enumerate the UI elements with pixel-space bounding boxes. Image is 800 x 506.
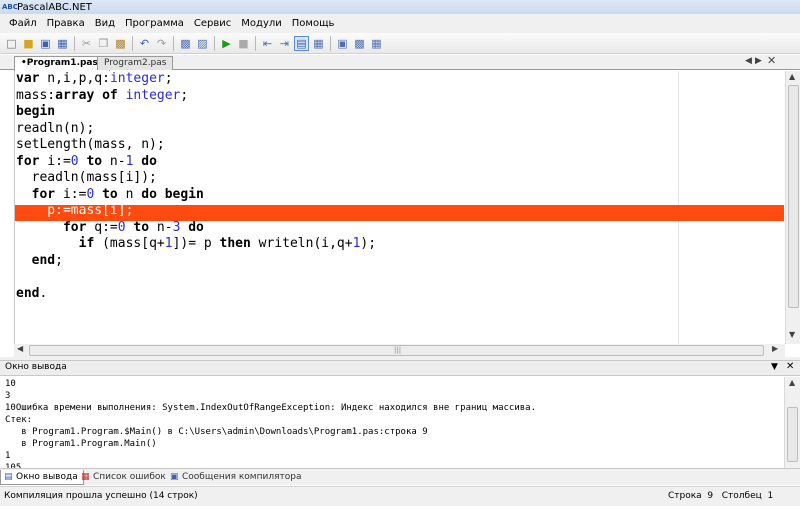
toolbar-separator — [214, 35, 215, 51]
code-line-4[interactable]: readln(n); — [16, 121, 94, 138]
scroll-up-icon[interactable]: ▲ — [789, 378, 795, 387]
document-tabstrip: •Program1.pas* Program2.pas ◀ ▶ ✕ — [0, 54, 800, 71]
tab-program1[interactable]: •Program1.pas* — [14, 56, 110, 71]
code-line-6[interactable]: for i:=0 to n-1 do — [16, 154, 157, 171]
tab-output-window[interactable]: ▤ Окно вывода — [0, 470, 84, 485]
output-line: 3 — [5, 391, 11, 401]
editor-horizontal-scrollbar[interactable]: ◀ ||| ▶ — [14, 344, 785, 357]
close-tab-icon[interactable]: ✕ — [767, 54, 776, 67]
toolbar-separator — [255, 35, 256, 51]
code-line-11[interactable]: if (mass[q+1])= p then writeln(i,q+1); — [16, 236, 376, 253]
output-line: в Program1.Program.Main() — [5, 439, 157, 449]
undo-icon[interactable]: ↶ — [137, 36, 152, 51]
scroll-down-icon[interactable]: ▼ — [789, 330, 795, 339]
compile-all-icon[interactable]: ▨ — [195, 36, 210, 51]
compile-icon[interactable]: ▩ — [178, 36, 193, 51]
output-line: 10 — [5, 379, 16, 389]
tab-error-list[interactable]: ▦ Список ошибок — [78, 470, 171, 485]
compiler-messages-icon: ▣ — [170, 472, 179, 482]
menu-view[interactable]: Вид — [90, 18, 120, 29]
menu-bar: Файл Правка Вид Программа Сервис Модули … — [0, 14, 800, 33]
stop-icon[interactable]: ■ — [236, 36, 251, 51]
cut-icon[interactable]: ✂ — [79, 36, 94, 51]
cursor-position: Строка 9 Столбец 1 — [668, 491, 774, 501]
output-window-icon[interactable]: ▤ — [294, 35, 309, 51]
window-title: PascalABC.NET — [17, 1, 92, 13]
debug-icon[interactable]: ▩ — [352, 36, 367, 51]
code-line-9[interactable]: p:=mass[i]; — [16, 203, 133, 220]
scroll-left-icon[interactable]: ◀ — [17, 344, 23, 353]
open-folder-icon[interactable]: ■ — [21, 36, 36, 51]
output-panel-title: Окно вывода — [5, 362, 67, 372]
editor-vscroll-thumb[interactable] — [788, 85, 799, 308]
code-line-1[interactable]: var n,i,p,q:integer; — [16, 71, 173, 88]
output-window-icon: ▤ — [4, 472, 13, 482]
save-all-icon[interactable]: ▦ — [55, 36, 70, 51]
menu-help[interactable]: Помощь — [287, 18, 340, 29]
tab-compiler-messages[interactable]: ▣ Сообщения компилятора — [167, 470, 306, 485]
save-icon[interactable]: ▣ — [38, 36, 53, 51]
copy-icon[interactable]: ❐ — [96, 36, 111, 51]
output-vertical-scrollbar[interactable]: ▲ — [784, 377, 800, 468]
new-file-icon[interactable]: □ — [4, 36, 19, 51]
editor-vertical-scrollbar[interactable]: ▲ ▼ — [785, 71, 800, 344]
close-icon[interactable]: ✕ — [786, 361, 794, 372]
title-bar: ABC PascalABC.NET — [0, 0, 800, 14]
tab-program2[interactable]: Program2.pas — [97, 56, 174, 70]
code-line-7[interactable]: readln(mass[i]); — [16, 170, 157, 187]
redo-icon[interactable]: ↷ — [154, 36, 169, 51]
editor-gutter — [0, 71, 14, 357]
step-icon[interactable]: ⇤ — [260, 36, 275, 51]
tab-output-window-label: Окно вывода — [16, 472, 78, 482]
settings-icon[interactable]: ▦ — [369, 36, 384, 51]
scroll-up-icon[interactable]: ▲ — [789, 72, 795, 81]
output-tabstrip: ▤ Окно вывода ▦ Список ошибок ▣ Сообщени… — [0, 468, 800, 485]
pin-icon[interactable]: ▼ — [771, 362, 778, 372]
code-line-2[interactable]: mass:array of integer; — [16, 88, 188, 105]
status-bar: Компиляция прошла успешно (14 строк) Стр… — [0, 486, 800, 506]
scroll-right-icon[interactable]: ▶ — [772, 344, 778, 353]
code-line-14[interactable]: end. — [16, 286, 47, 303]
format-icon[interactable]: ▦ — [311, 36, 326, 51]
output-text-area[interactable]: 10 3 10Ошибка времени выполнения: System… — [0, 377, 784, 468]
error-list-icon: ▦ — [81, 472, 90, 482]
code-line-3[interactable]: begin — [16, 104, 55, 121]
output-line: 10Ошибка времени выполнения: System.Inde… — [5, 403, 537, 413]
menu-modules[interactable]: Модули — [236, 18, 286, 29]
menu-program[interactable]: Программа — [120, 18, 189, 29]
run-icon[interactable]: ▶ — [219, 36, 234, 51]
paste-icon[interactable]: ▩ — [113, 36, 128, 51]
status-message: Компиляция прошла успешно (14 строк) — [4, 491, 198, 501]
step-into-icon[interactable]: ⇥ — [277, 36, 292, 51]
tab-scroll-right-icon[interactable]: ▶ — [755, 56, 762, 66]
code-editor[interactable]: var n,i,p,q:integer; mass:array of integ… — [14, 71, 785, 344]
menu-file[interactable]: Файл — [4, 18, 42, 29]
output-line: Стек: — [5, 415, 33, 425]
code-line-8[interactable]: for i:=0 to n do begin — [16, 187, 204, 204]
code-line-12[interactable]: end; — [16, 253, 63, 270]
menu-edit[interactable]: Правка — [42, 18, 90, 29]
toolbar-separator — [74, 35, 75, 51]
output-line: в Program1.Program.$Main() в C:\Users\ad… — [5, 427, 428, 437]
tab-scroll-left-icon[interactable]: ◀ — [745, 56, 752, 66]
scroll-grip-icon: ||| — [394, 346, 402, 354]
form-designer-icon[interactable]: ▣ — [335, 36, 350, 51]
pascalabc-logo-icon: ABC — [2, 2, 18, 11]
output-line: 1 — [5, 451, 11, 461]
toolbar-separator — [330, 35, 331, 51]
tab-error-list-label: Список ошибок — [93, 472, 166, 482]
toolbar-separator — [173, 35, 174, 51]
tab-compiler-messages-label: Сообщения компилятора — [182, 472, 302, 482]
toolbar-separator — [132, 35, 133, 51]
toolbar: □ ■ ▣ ▦ ✂ ❐ ▩ ↶ ↷ ▩ ▨ ▶ ■ ⇤ ⇥ ▤ ▦ ▣ ▩ ▦ — [0, 33, 800, 54]
output-vscroll-thumb[interactable] — [787, 407, 798, 462]
code-line-5[interactable]: setLength(mass, n); — [16, 137, 165, 154]
menu-service[interactable]: Сервис — [189, 18, 236, 29]
output-panel-header: Окно вывода ▼ ✕ — [0, 360, 800, 376]
code-line-10[interactable]: for q:=0 to n-3 do — [16, 220, 204, 237]
